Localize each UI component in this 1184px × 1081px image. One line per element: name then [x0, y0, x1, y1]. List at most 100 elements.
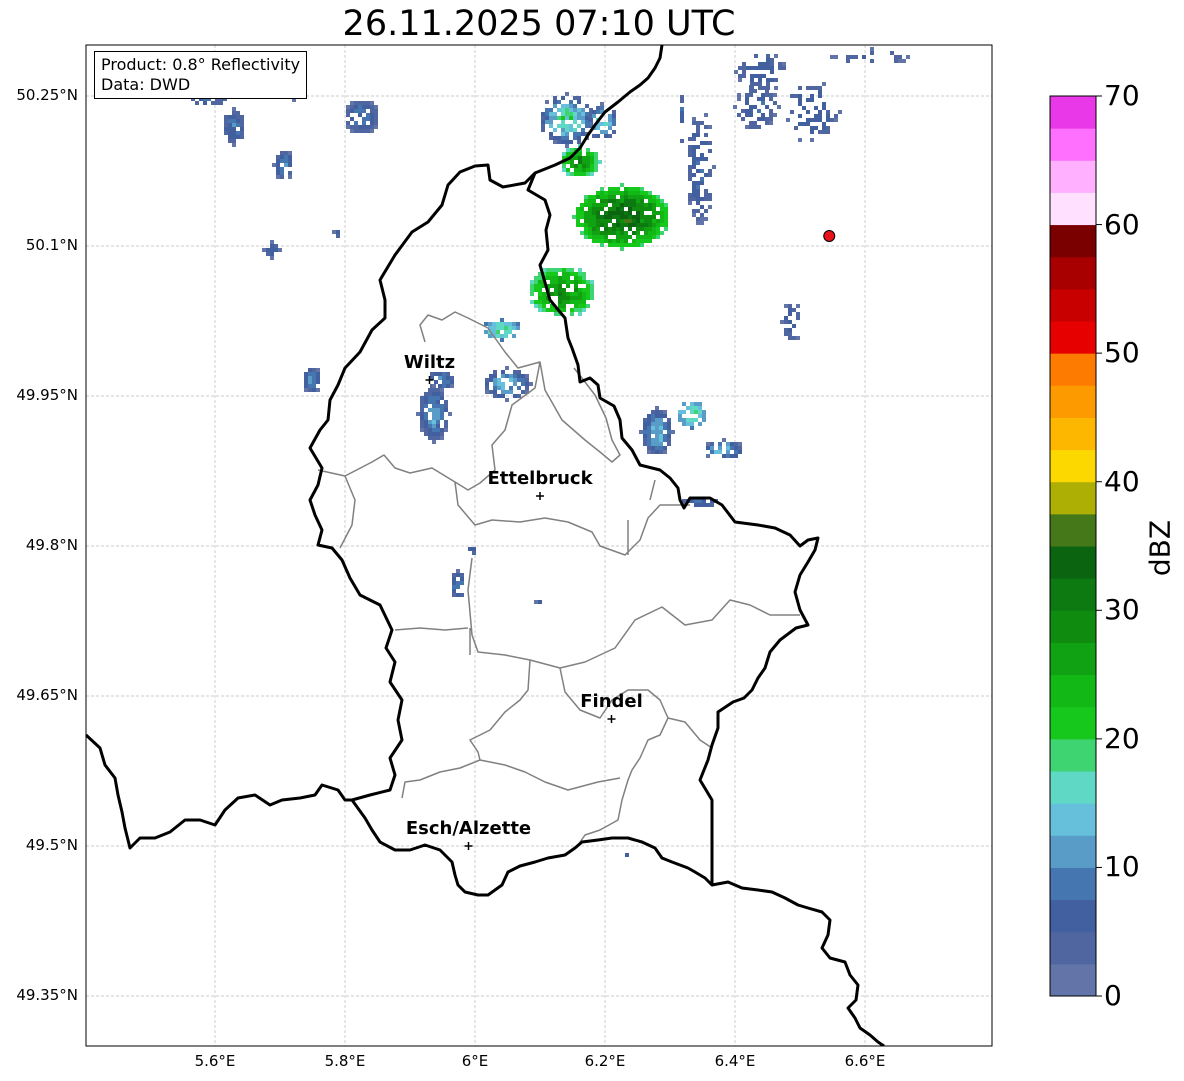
radar-pixel: [505, 366, 509, 370]
radar-pixel: [358, 113, 362, 117]
radar-pixel: [710, 442, 714, 446]
radar-pixel: [712, 165, 716, 169]
radar-pixel: [440, 404, 444, 408]
radar-pixel: [504, 326, 508, 330]
radar-pixel: [374, 117, 378, 121]
radar-pixel: [745, 113, 749, 117]
radar-pixel: [370, 129, 374, 133]
radar-pixel: [561, 116, 565, 120]
radar-pixel: [232, 127, 236, 131]
radar-pixel: [788, 308, 792, 312]
radar-pixel: [592, 207, 596, 211]
radar-pixel: [636, 243, 640, 247]
radar-pixel: [704, 157, 708, 161]
radar-pixel: [702, 499, 706, 503]
radar-pixel: [608, 211, 612, 215]
radar-pixel: [232, 139, 236, 143]
colorbar-segment: [1050, 899, 1096, 933]
radar-pixel: [440, 436, 444, 440]
radar-pixel: [262, 248, 266, 252]
radar-pixel: [644, 219, 648, 223]
radar-pixel: [577, 100, 581, 104]
radar-pixel: [228, 139, 232, 143]
radar-pixel: [692, 209, 696, 213]
radar-pixel: [612, 199, 616, 203]
radar-pixel: [224, 119, 228, 123]
radar-pixel: [738, 66, 742, 70]
radar-pixel: [590, 152, 594, 156]
radar-pixel: [538, 292, 542, 296]
radar-pixel: [545, 116, 549, 120]
radar-pixel: [574, 300, 578, 304]
radar-pixel: [818, 118, 822, 122]
radar-pixel: [561, 108, 565, 112]
radar-pixel: [862, 55, 866, 59]
radar-pixel: [573, 120, 577, 124]
radar-pixel: [598, 160, 602, 164]
radar-pixel: [680, 95, 684, 99]
radar-pixel: [224, 115, 228, 119]
radar-pixel: [592, 110, 596, 114]
radar-pixel: [561, 140, 565, 144]
radar-pixel: [664, 207, 668, 211]
radar-pixel: [436, 416, 440, 420]
radar-pixel: [586, 292, 590, 296]
radar-pixel: [698, 503, 702, 507]
radar-pixel: [616, 215, 620, 219]
radar-pixel: [236, 135, 240, 139]
colorbar-tick-label: 30: [1104, 593, 1140, 627]
radar-pixel: [682, 402, 686, 406]
radar-pixel: [758, 66, 762, 70]
lon-label: 6.4°E: [714, 1052, 756, 1070]
radar-pixel: [632, 243, 636, 247]
radar-pixel: [304, 372, 308, 376]
radar-pixel: [632, 215, 636, 219]
radar-pixel: [582, 164, 586, 168]
radar-pixel: [766, 82, 770, 86]
radar-pixel: [704, 113, 708, 117]
radar-pixel: [600, 215, 604, 219]
radar-pixel: [750, 66, 754, 70]
radar-pixel: [700, 181, 704, 185]
radar-pixel: [692, 185, 696, 189]
radar-pixel: [636, 227, 640, 231]
radar-pixel: [444, 408, 448, 412]
radar-pixel: [420, 428, 424, 432]
radar-pixel: [894, 59, 898, 63]
radar-pixel: [640, 227, 644, 231]
radar-pixel: [424, 428, 428, 432]
radar-pixel: [584, 231, 588, 235]
radar-pixel: [651, 446, 655, 450]
radar-pixel: [616, 199, 620, 203]
radar-pixel: [656, 219, 660, 223]
radar-pixel: [704, 189, 708, 193]
radar-pixel: [590, 164, 594, 168]
radar-pixel: [588, 207, 592, 211]
radar-pixel: [566, 268, 570, 272]
colorbar-segment: [1050, 288, 1096, 322]
radar-pixel: [240, 131, 244, 135]
radar-pixel: [444, 420, 448, 424]
radar-pixel: [846, 55, 850, 59]
radar-pixel: [550, 308, 554, 312]
radar-pixel: [588, 231, 592, 235]
colorbar-tick-label: 10: [1104, 850, 1140, 884]
radar-pixel: [497, 386, 501, 390]
radar-pixel: [688, 153, 692, 157]
radar-pixel: [806, 110, 810, 114]
radar-pixel: [659, 426, 663, 430]
radar-pixel: [517, 374, 521, 378]
radar-pixel: [753, 125, 757, 129]
radar-pixel: [529, 382, 533, 386]
radar-pixel: [525, 378, 529, 382]
radar-pixel: [578, 156, 582, 160]
radar-pixel: [592, 231, 596, 235]
radar-pixel: [436, 404, 440, 408]
lat-label: 49.8°N: [25, 536, 78, 554]
radar-pixel: [432, 388, 436, 392]
radar-pixel: [195, 101, 199, 105]
colorbar-segment: [1050, 803, 1096, 836]
radar-pixel: [659, 434, 663, 438]
radar-pixel: [284, 163, 288, 167]
radar-pixel: [580, 203, 584, 207]
